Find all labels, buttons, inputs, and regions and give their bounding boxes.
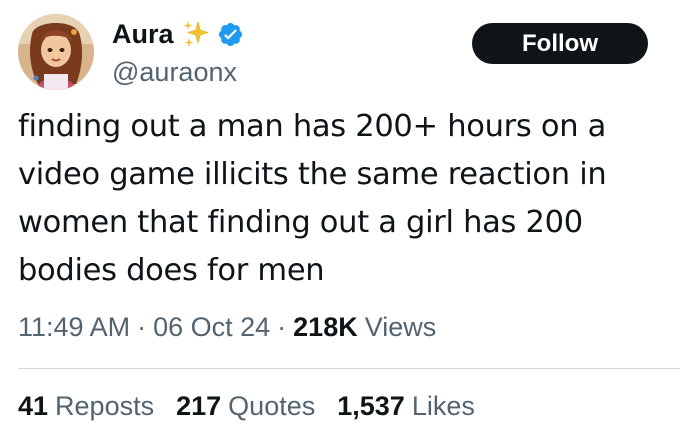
reposts-label: Reposts (55, 391, 155, 421)
views-count: 218K (293, 312, 358, 342)
tweet-header: Aura @auraonx Follow (18, 14, 662, 94)
likes-stat[interactable]: 1,537 Likes (337, 391, 475, 422)
tweet-text: finding out a man has 200+ hours on a vi… (18, 109, 607, 288)
tweet-time[interactable]: 11:49 AM (18, 312, 130, 343)
quotes-label: Quotes (228, 391, 316, 421)
likes-label: Likes (411, 391, 475, 421)
user-handle[interactable]: @auraonx (112, 57, 244, 88)
quotes-count: 217 (176, 391, 222, 421)
verified-badge-icon (217, 21, 244, 48)
reposts-count: 41 (18, 391, 49, 421)
tweet-meta: 11:49 AM · 06 Oct 24 · 218K Views (18, 312, 436, 343)
sparkles-icon (181, 19, 211, 49)
avatar[interactable] (18, 14, 94, 90)
reposts-stat[interactable]: 41 Reposts (18, 391, 154, 422)
user-names: Aura @auraonx (112, 17, 244, 88)
divider (18, 368, 680, 369)
quotes-stat[interactable]: 217 Quotes (176, 391, 315, 422)
engagement-stats: 41 Reposts 217 Quotes 1,537 Likes (18, 391, 497, 422)
tweet-date[interactable]: 06 Oct 24 (153, 312, 270, 343)
name-row: Aura (112, 17, 244, 51)
meta-separator: · (277, 312, 287, 342)
meta-separator: · (137, 312, 147, 342)
avatar-illustration (18, 14, 94, 90)
follow-button[interactable]: Follow (472, 23, 648, 64)
views-label: Views (364, 312, 437, 342)
display-name[interactable]: Aura (112, 19, 174, 50)
likes-count: 1,537 (337, 391, 405, 421)
